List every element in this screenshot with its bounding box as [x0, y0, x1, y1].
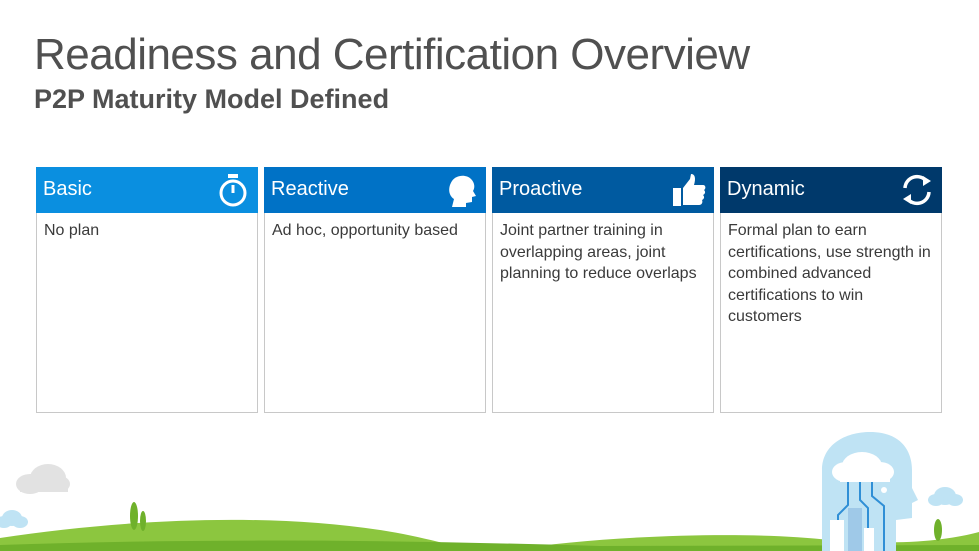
- card-label-proactive: Proactive: [499, 178, 583, 200]
- card-header-proactive: Proactive: [492, 167, 714, 213]
- tree-icon: [130, 502, 942, 541]
- card-label-dynamic: Dynamic: [727, 178, 805, 200]
- maturity-card-dynamic: Dynamic Formal plan to earn certificatio…: [720, 167, 942, 413]
- card-description-reactive: Ad hoc, opportunity based: [272, 222, 458, 239]
- card-description-proactive: Joint partner training in overlapping ar…: [500, 222, 697, 282]
- card-header-dynamic: Dynamic: [720, 167, 942, 213]
- maturity-card-basic: Basic No plan: [36, 167, 258, 413]
- cloud-right-icon: [928, 487, 963, 506]
- card-header-reactive: Reactive: [264, 167, 486, 213]
- page-subtitle: P2P Maturity Model Defined: [34, 84, 390, 114]
- maturity-card-reactive: Reactive Ad hoc, opportunity based: [264, 167, 486, 413]
- thumbs-up-icon: [673, 174, 706, 206]
- card-label-basic: Basic: [43, 178, 92, 200]
- cloud-small-icon: [0, 510, 28, 528]
- card-header-basic: Basic: [36, 167, 258, 213]
- hill-left: [0, 519, 480, 551]
- stopwatch-icon: [219, 174, 247, 207]
- hill-right: [500, 532, 979, 551]
- cloud-icon: [16, 464, 70, 494]
- card-description-dynamic: Formal plan to earn certifications, use …: [728, 222, 931, 325]
- refresh-cycle-icon: [903, 174, 931, 206]
- maturity-card-proactive: Proactive Joint partner training in over…: [492, 167, 714, 413]
- card-label-reactive: Reactive: [271, 178, 349, 200]
- ground: [0, 540, 979, 551]
- page-title: Readiness and Certification Overview: [34, 30, 750, 79]
- cloud-head-illustration: [822, 432, 918, 551]
- head-profile-icon: [449, 175, 476, 207]
- card-description-basic: No plan: [44, 222, 100, 239]
